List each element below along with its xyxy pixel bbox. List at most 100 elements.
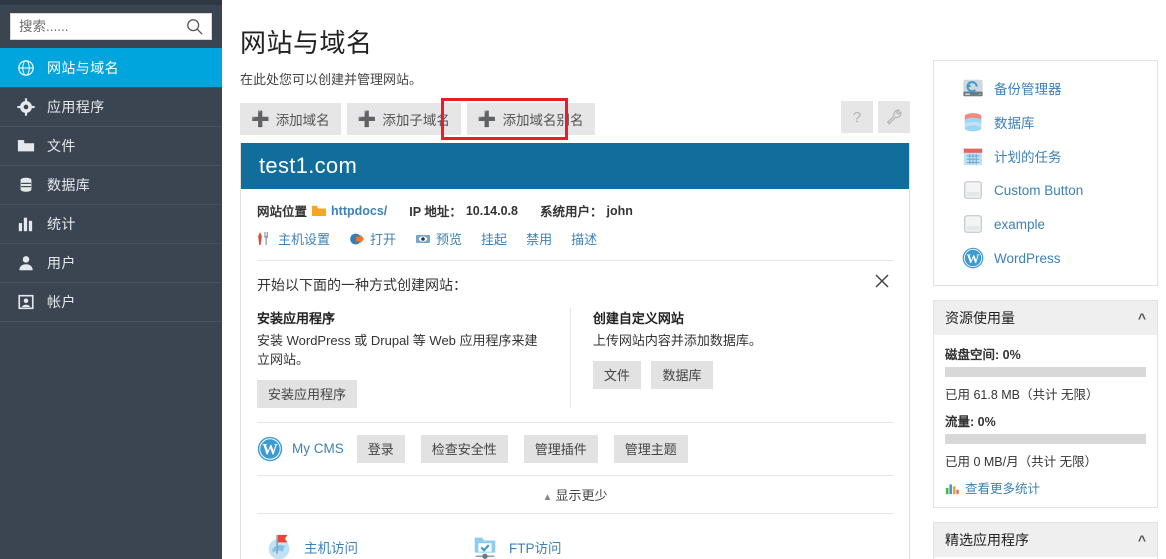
chevron-up-icon[interactable]: ^ <box>1138 532 1146 548</box>
shortcut-databases[interactable]: 数据库 <box>934 105 1157 139</box>
wordpress-icon: W <box>257 436 283 461</box>
more-stats-row[interactable]: 查看更多统计 <box>945 478 1146 497</box>
chevron-up-icon: ▲ <box>542 491 553 503</box>
add-domain-alias-label: 添加域名别名 <box>502 113 584 128</box>
ip-value: 10.14.0.8 <box>465 203 518 218</box>
add-subdomain-button[interactable]: ➕ 添加子域名 <box>346 103 461 135</box>
description-link[interactable]: 描述 <box>571 229 597 248</box>
cms-manage-plugins-button[interactable]: 管理插件 <box>523 434 598 463</box>
cms-check-security-button[interactable]: 检查安全性 <box>420 434 508 463</box>
shortcut-label[interactable]: WordPress <box>994 251 1061 266</box>
search-box[interactable] <box>10 13 212 40</box>
files-button[interactable]: 文件 <box>592 360 641 389</box>
svg-text:?: ? <box>853 109 861 126</box>
site-domain-title: test1.com <box>259 153 358 178</box>
suspend-link[interactable]: 挂起 <box>481 229 507 248</box>
cms-row: W My CMS 登录 检查安全性 管理插件 管理主题 <box>257 423 893 476</box>
resource-usage-header[interactable]: 资源使用量 ^ <box>934 301 1157 335</box>
shortcut-custom-button[interactable]: Custom Button <box>934 173 1157 207</box>
sidebar-item-applications[interactable]: 应用程序 <box>0 87 222 127</box>
resource-usage-panel: 资源使用量 ^ 磁盘空间: 0% 已用 61.8 MB（共计 无限） 流量: 0… <box>933 300 1158 508</box>
preview-link[interactable]: 预览 <box>436 229 462 248</box>
folder-icon <box>312 205 327 216</box>
shortcut-label[interactable]: Custom Button <box>994 183 1083 198</box>
shortcut-label[interactable]: 备份管理器 <box>994 78 1062 98</box>
site-actions-row: 主机设置 打开 预览 挂起 禁用 描述 <box>257 229 893 261</box>
disk-space-label: 磁盘空间: 0% <box>945 348 1021 362</box>
sidebar-item-statistics[interactable]: 统计 <box>0 204 222 244</box>
sidebar-item-label: 帐户 <box>47 294 76 310</box>
link-ftp-access[interactable]: FTP访问 <box>470 524 683 559</box>
shortcut-example[interactable]: example <box>934 207 1157 241</box>
link-label[interactable]: FTP访问 <box>509 537 562 557</box>
shortcut-backup-manager[interactable]: 备份管理器 <box>934 71 1157 105</box>
site-panel-header: test1.com <box>241 143 909 189</box>
shortcut-wordpress[interactable]: W WordPress <box>934 241 1157 275</box>
shortcut-label[interactable]: 计划的任务 <box>994 146 1062 166</box>
site-location-link[interactable]: httpdocs/ <box>331 204 387 218</box>
sidebar-item-files[interactable]: 文件 <box>0 126 222 166</box>
shortcut-label[interactable]: 数据库 <box>994 112 1035 132</box>
resource-usage-title: 资源使用量 <box>945 310 1015 326</box>
calendar-icon <box>963 148 983 166</box>
globe-icon <box>16 58 36 78</box>
databases-button[interactable]: 数据库 <box>651 360 713 389</box>
tools-icon <box>258 231 269 245</box>
sidebar-item-label: 文件 <box>47 138 76 154</box>
sidebar-item-users[interactable]: 用户 <box>0 243 222 283</box>
person-icon <box>16 253 36 273</box>
add-domain-label: 添加域名 <box>275 113 330 128</box>
system-user-label: 系统用户： <box>539 205 603 219</box>
sidebar-item-label: 网站与域名 <box>47 60 119 76</box>
question-mark-icon: ? <box>853 109 861 126</box>
featured-apps-header[interactable]: 精选应用程序 ^ <box>934 523 1157 557</box>
sidebar-item-databases[interactable]: 数据库 <box>0 165 222 205</box>
settings-button[interactable] <box>878 101 910 133</box>
create-website-block: 开始以下面的一种方式创建网站： 安装应用程序 安装 WordPress 或 Dr… <box>257 261 893 423</box>
database-icon <box>964 113 982 132</box>
sidebar-item-account[interactable]: 帐户 <box>0 282 222 322</box>
cms-login-button[interactable]: 登录 <box>356 434 405 463</box>
wrench-icon <box>886 109 902 125</box>
disable-link[interactable]: 禁用 <box>526 229 552 248</box>
help-button[interactable]: ? <box>841 101 873 133</box>
shortcuts-panel: 备份管理器 数据库 计划的任务 Custom Button example W … <box>933 60 1158 286</box>
show-less-label: 显示更少 <box>555 487 608 503</box>
svg-text:W: W <box>966 251 979 266</box>
add-subdomain-label: 添加子域名 <box>382 113 450 128</box>
chart-bar-icon <box>16 214 36 234</box>
link-host-access[interactable]: 主机访问 <box>257 524 470 559</box>
traffic-sub: 已用 0 MB/月（共计 无限） <box>945 455 1098 469</box>
custom-site-text: 上传网站内容并添加数据库。 <box>592 333 762 348</box>
plesk-websites-domains-page: 网站与域名 应用程序 <box>0 0 1166 559</box>
sidebar-item-label: 用户 <box>47 255 76 271</box>
create-block-columns: 安装应用程序 安装 WordPress 或 Drupal 等 Web 应用程序来… <box>257 308 893 423</box>
search-input[interactable] <box>11 14 211 39</box>
chart-bar-icon <box>945 484 959 494</box>
database-icon <box>16 175 36 195</box>
chevron-up-icon[interactable]: ^ <box>1138 310 1146 326</box>
more-stats-link[interactable]: 查看更多统计 <box>965 478 1040 497</box>
toolbar-right-actions: ? <box>841 101 910 133</box>
traffic-label: 流量: 0% <box>945 415 996 429</box>
cms-manage-themes-button[interactable]: 管理主题 <box>613 434 688 463</box>
custom-site-heading: 创建自定义网站 <box>592 311 684 326</box>
install-app-heading: 安装应用程序 <box>257 311 336 326</box>
add-domain-button[interactable]: ➕ 添加域名 <box>240 103 341 135</box>
install-app-button[interactable]: 安装应用程序 <box>257 379 358 408</box>
custom-button-icon <box>964 215 982 233</box>
show-less-toggle[interactable]: ▲ 显示更少 <box>257 476 893 514</box>
sidebar-item-websites-domains[interactable]: 网站与域名 <box>0 48 222 88</box>
site-links-grid: 主机访问 FTP访问 <box>257 514 893 559</box>
shortcut-scheduled-tasks[interactable]: 计划的任务 <box>934 139 1157 173</box>
add-domain-alias-button[interactable]: ➕ 添加域名别名 <box>466 103 595 135</box>
open-link[interactable]: 打开 <box>370 229 396 248</box>
shortcut-label[interactable]: example <box>994 217 1045 232</box>
system-user-value: john <box>606 203 633 218</box>
close-icon[interactable] <box>873 272 891 290</box>
plus-icon: ➕ <box>251 110 270 128</box>
host-settings-link[interactable]: 主机设置 <box>278 229 330 248</box>
sidebar-item-label: 应用程序 <box>47 99 105 115</box>
svg-text:W: W <box>262 441 278 458</box>
link-label[interactable]: 主机访问 <box>304 537 358 557</box>
